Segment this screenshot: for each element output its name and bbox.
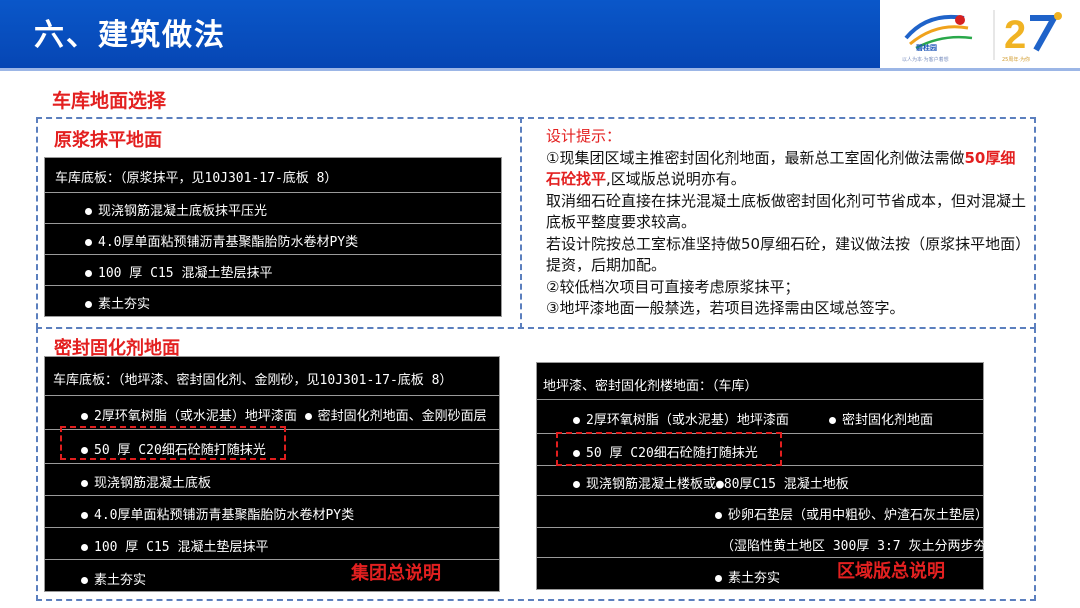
- bullet-icon: [715, 512, 722, 519]
- cad-item: 100 厚 C15 混凝土垫层抹平: [94, 540, 269, 555]
- logo-subtext-2: 25周年·为你: [1002, 57, 1030, 63]
- logo-text: 碧桂园: [916, 44, 937, 52]
- cad-row: 100 厚 C15 混凝土垫层抹平: [45, 527, 499, 560]
- cad-row: 4.0厚单面粘预铺沥青基聚酯胎防水卷材PY类: [45, 495, 499, 528]
- design-tips: 设计提示： ①现集团区域主推密封固化剂地面，最新总工室固化剂做法需做50厚细石砼…: [546, 126, 1026, 320]
- design-tip-3: 若设计院按总工室标准坚持做50厚细石砼，建议做法按（原浆抹平地面）提资，后期加配…: [546, 234, 1023, 275]
- cad-item: 砂卵石垫层（或用中粗砂、炉渣石灰土垫层）: [728, 508, 989, 523]
- bullet-icon: [85, 239, 92, 246]
- cad-row: 车库底板：（原浆抹平，见10J301-17-底板 8）: [45, 158, 501, 193]
- highlight-box: [60, 426, 286, 460]
- group-caption: 集团总说明: [351, 563, 441, 584]
- cad-row: 现浇钢筋混凝土楼板或●80厚C15 混凝土地板: [537, 465, 983, 496]
- page-title: 六、建筑做法: [34, 18, 226, 53]
- cad-row: 现浇钢筋混凝土底板: [45, 463, 499, 496]
- section-title: 车库地面选择: [52, 90, 167, 112]
- cad-title: 地坪漆、密封固化剂楼地面：（车库）: [543, 379, 758, 394]
- cad-row: 现浇钢筋混凝土底板抹平压光: [45, 192, 501, 224]
- bullet-icon: [304, 413, 312, 420]
- bullet-icon: [829, 417, 836, 424]
- cad-row: 地坪漆、密封固化剂楼地面：（车库）: [537, 363, 983, 400]
- panel1-heading: 原浆抹平地面: [54, 130, 162, 151]
- cad-item: 4.0厚单面粘预铺沥青基聚酯胎防水卷材PY类: [94, 508, 355, 523]
- bullet-icon: [85, 270, 92, 277]
- bullet-icon: [81, 413, 88, 420]
- cad-item: 密封固化剂地面、金刚砂面层: [317, 409, 487, 424]
- cad-item: 密封固化剂地面: [842, 413, 934, 428]
- bullet-icon: [81, 480, 88, 487]
- cad-row: （湿陷性黄土地区 300厚 3:7 灰土分两步夯实）: [537, 527, 1012, 558]
- svg-text:2: 2: [1004, 13, 1026, 57]
- cad-row: 4.0厚单面粘预铺沥青基聚酯胎防水卷材PY类: [45, 223, 501, 255]
- design-tip-2: 取消细石砼直接在抹光混凝土底板做密封固化剂可节省成本，但对混凝土底板平整度要求较…: [546, 191, 1027, 232]
- cad-row: 车库底板：（地坪漆、密封固化剂、金刚砂，见10J301-17-底板 8）: [45, 357, 499, 396]
- tip-text: ,区域版总说明亦有。: [606, 170, 746, 188]
- header-divider: [0, 68, 1080, 71]
- cad-row: 100 厚 C15 混凝土垫层抹平: [45, 254, 501, 286]
- cad-item: 素土夯实: [728, 571, 781, 586]
- design-tip-1: ①现集团区域主推密封固化剂地面，最新总工室固化剂做法需做50厚细石砼找平,区域版…: [546, 148, 1026, 191]
- bullet-icon: [81, 577, 88, 584]
- cad-title: 车库底板：（地坪漆、密封固化剂、金刚砂，见10J301-17-底板 8）: [53, 373, 453, 388]
- design-tip-4: ②较低档次项目可直接考虑原浆抹平；: [546, 277, 800, 296]
- highlight-box: [556, 432, 782, 466]
- cad-item: 现浇钢筋混凝土楼板或●80厚C15 混凝土地板: [586, 477, 849, 492]
- cad-item: 现浇钢筋混凝土底板抹平压光: [98, 204, 268, 219]
- panel-divider: [520, 117, 522, 329]
- panel1-cad-drawing: 车库底板：（原浆抹平，见10J301-17-底板 8） 现浇钢筋混凝土底板抹平压…: [44, 157, 502, 317]
- cad-row: 2厚环氧树脂（或水泥基）地坪漆面 密封固化剂地面: [537, 399, 983, 434]
- bullet-icon: [85, 208, 92, 215]
- design-tips-heading: 设计提示：: [546, 127, 622, 145]
- cad-item: 2厚环氧树脂（或水泥基）地坪漆面: [94, 409, 297, 424]
- bullet-icon: [573, 481, 580, 488]
- regional-caption: 区域版总说明: [837, 561, 945, 582]
- design-tip-5: ③地坪漆地面一般禁选，若项目选择需由区域总签字。: [546, 299, 905, 317]
- cad-item: 4.0厚单面粘预铺沥青基聚酯胎防水卷材PY类: [98, 235, 359, 250]
- bullet-icon: [573, 417, 580, 424]
- cad-item: 100 厚 C15 混凝土垫层抹平: [98, 266, 273, 281]
- bullet-icon: [85, 301, 92, 308]
- cad-item: 现浇钢筋混凝土底板: [94, 476, 212, 491]
- tip-text: ①现集团区域主推密封固化剂地面，最新总工室固化剂做法需做: [546, 148, 965, 167]
- regional-cad-drawing: 地坪漆、密封固化剂楼地面：（车库） 2厚环氧树脂（或水泥基）地坪漆面 密封固化剂…: [536, 362, 1012, 590]
- bullet-icon: [81, 544, 88, 551]
- cad-item: （湿陷性黄土地区 300厚 3:7 灰土分两步夯实）: [721, 539, 1013, 554]
- logo-subtext: 以人为本·为客户着想: [902, 57, 949, 63]
- cad-item: 素土夯实: [98, 297, 151, 312]
- group-cad-drawing: 车库底板：（地坪漆、密封固化剂、金刚砂，见10J301-17-底板 8） 2厚环…: [44, 356, 500, 592]
- cad-row: 2厚环氧树脂（或水泥基）地坪漆面 密封固化剂地面、金刚砂面层: [45, 395, 499, 430]
- bullet-icon: [715, 575, 722, 582]
- bullet-icon: [81, 512, 88, 519]
- cad-row: 素土夯实: [45, 285, 501, 316]
- logo-area: 碧桂园 以人为本·为客户着想 2 25周年·为你: [880, 0, 1080, 68]
- cad-title: 车库底板：（原浆抹平，见10J301-17-底板 8）: [55, 171, 338, 186]
- cad-item: 2厚环氧树脂（或水泥基）地坪漆面: [586, 413, 789, 428]
- cad-row: 砂卵石垫层（或用中粗砂、炉渣石灰土垫层）: [537, 495, 988, 528]
- cad-item: 素土夯实: [94, 573, 147, 588]
